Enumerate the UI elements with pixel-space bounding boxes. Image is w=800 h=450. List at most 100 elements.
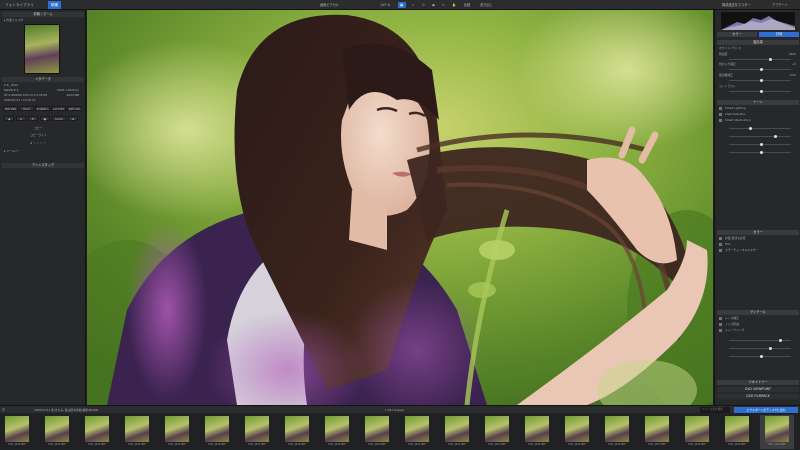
thumbnail[interactable]: DSC_2412.NEF	[40, 415, 74, 449]
copyright-label[interactable]: コピーライト	[30, 133, 47, 137]
vibrance-checkbox[interactable]	[719, 237, 722, 240]
add-icon[interactable]: ⊕	[68, 116, 78, 121]
grid-icon[interactable]: ▦	[398, 2, 406, 8]
crop-icon[interactable]: ⌗	[410, 2, 416, 8]
tint-value[interactable]: +2	[792, 62, 796, 66]
prev-icon[interactable]: ◀	[4, 116, 14, 121]
tone-slider[interactable]	[729, 135, 791, 138]
export-button[interactable]: 書き出し	[478, 2, 495, 8]
eye-icon[interactable]: ◉	[430, 2, 437, 8]
thumbnail[interactable]: DSC_2423.NEF	[480, 415, 514, 449]
tab-detail[interactable]: 詳細	[759, 32, 799, 37]
thumbnail[interactable]: DSC_2424.NEF	[520, 415, 554, 449]
thumbnail-filename: DSC_2413.NEF	[88, 443, 106, 446]
thumbnail[interactable]: DSC_2426.NEF	[600, 415, 634, 449]
exif-focal: 105 mm	[67, 106, 82, 111]
thumbnail[interactable]: DSC_2419.NEF	[320, 415, 354, 449]
thumbnail[interactable]: DSC_2418.NEF	[280, 415, 314, 449]
noise-reduction-checkbox[interactable]	[719, 323, 722, 326]
undo-button[interactable]: Undo	[52, 116, 66, 121]
copy-label[interactable]: コピー	[34, 126, 42, 130]
hand-icon[interactable]: ✋	[450, 2, 458, 8]
zoom-readout[interactable]: 143 %	[378, 2, 392, 8]
detail-slider[interactable]	[729, 347, 791, 350]
temperature-value[interactable]: 5400	[789, 52, 796, 56]
white-balance-row[interactable]: ホワイトバランス	[719, 46, 741, 50]
exposure-value[interactable]: 0.00	[790, 73, 796, 77]
thumbnail-image	[765, 416, 789, 442]
thumbnail-filename: DSC_2412.NEF	[48, 443, 66, 446]
compare-button[interactable]: 比較	[462, 2, 472, 8]
thumbnail-image	[165, 416, 189, 442]
viewpoint-header[interactable]: DXO VIEWPOINT	[717, 387, 799, 392]
thumbnail[interactable]: DSC_2425.NEF	[560, 415, 594, 449]
tone-slider[interactable]	[729, 143, 791, 146]
hsl-checkbox[interactable]	[719, 243, 722, 246]
thumbnail[interactable]: DSC_2422.NEF	[440, 415, 474, 449]
clearview-checkbox[interactable]	[719, 113, 722, 116]
temperature-slider[interactable]	[729, 58, 791, 61]
sharpening-checkbox[interactable]	[719, 329, 722, 332]
thumbnail-filename: DSC_2430.NEF	[768, 443, 786, 446]
smart-lighting-label: Smart Lighting	[725, 106, 746, 110]
detail-slider[interactable]	[729, 355, 791, 358]
thumbnail-filename: DSC_2421.NEF	[408, 443, 426, 446]
channel-mixer-checkbox[interactable]	[719, 249, 722, 252]
thumbnail-selected[interactable]: DSC_2430.NEF	[760, 415, 794, 449]
rating-stars[interactable]: ★ ☆ ☆ ☆ ☆	[30, 141, 46, 145]
smart-lighting-checkbox[interactable]	[719, 107, 722, 110]
thumbnail[interactable]: DSC_2427.NEF	[640, 415, 674, 449]
thumbnail[interactable]: DSC_2428.NEF	[680, 415, 714, 449]
histogram	[721, 12, 795, 30]
tint-slider[interactable]	[729, 68, 791, 71]
lens-correction-checkbox[interactable]	[719, 317, 722, 320]
meta-value: 4024 MB	[66, 93, 79, 97]
thumbnail[interactable]: DSC_2420.NEF	[360, 415, 394, 449]
record-icon[interactable]: ●	[40, 116, 50, 121]
navigator-preview[interactable]	[24, 24, 60, 74]
section-exposure[interactable]: 露出量	[717, 40, 799, 45]
thumbnail[interactable]: DSC_2419.NEF	[0, 415, 34, 449]
working-folder-row[interactable]: ▸ 作業フォルダ	[4, 18, 23, 22]
toolbar-row[interactable]: ▸ ツールバー	[4, 149, 20, 153]
exposure-slider[interactable]	[729, 79, 791, 82]
lens-correction-label: レンズ補正	[725, 316, 739, 320]
tone-slider[interactable]	[729, 151, 791, 154]
thumbnail[interactable]: DSC_2429.NEF	[720, 415, 754, 449]
thumbnail[interactable]: DSC_2421.NEF	[400, 415, 434, 449]
photo-viewer[interactable]	[87, 10, 713, 405]
section-detail[interactable]: ディテール	[717, 310, 799, 315]
thumbnail-image	[325, 416, 349, 442]
exif-ev: +0.3 EV	[51, 106, 66, 111]
meta-key: NIKON Z 6	[4, 88, 19, 92]
thumbnail-image	[565, 416, 589, 442]
tone-slider[interactable]	[729, 127, 791, 130]
master-settings-button[interactable]: 構成設定をマスター	[720, 2, 753, 8]
update-button[interactable]: アプデート	[770, 2, 790, 8]
thumbnail[interactable]: DSC_2417.NEF	[240, 415, 274, 449]
version-a-button[interactable]: A	[16, 116, 26, 121]
section-tone[interactable]: トーン	[717, 100, 799, 105]
keywords-header[interactable]: アシャスタッグ	[2, 163, 84, 168]
rotate-icon[interactable]: ↻	[420, 2, 427, 8]
tab-photo-library[interactable]: フォトライブラリ	[2, 1, 37, 9]
metadata-header[interactable]: メタデータ	[2, 77, 84, 82]
filmpack-header[interactable]: DXO FILMPACK	[717, 394, 799, 399]
section-geometry[interactable]: ジオメトリー	[717, 380, 799, 385]
top-toolbar: フォトライブラリ 現像 画像ピクセル 143 % ▦ ⌗ ↻ ◉ ✎ ✋ 比較 …	[0, 0, 800, 10]
contrast-slider[interactable]	[729, 90, 791, 93]
version-b-button[interactable]: B	[28, 116, 38, 121]
obstruction-checkbox[interactable]	[719, 119, 722, 122]
thumbnail[interactable]: DSC_2413.NEF	[80, 415, 114, 449]
thumbnail[interactable]: DSC_2416.NEF	[200, 415, 234, 449]
thumbnail[interactable]: DSC_2415.NEF	[160, 415, 194, 449]
brush-icon[interactable]: ✎	[440, 2, 447, 8]
nav-panel-header[interactable]: 情報 / ズーム	[2, 12, 84, 17]
tab-customize[interactable]: 現像	[48, 1, 62, 9]
view-mode-dropdown[interactable]: 画像ピクセル	[318, 2, 341, 8]
tab-color[interactable]: カラー	[717, 32, 757, 37]
thumbnail[interactable]: DSC_2414.NEF	[120, 415, 154, 449]
section-color[interactable]: カラー	[717, 230, 799, 235]
channel-mixer-label: カラーチャンネルミキサー	[725, 248, 759, 252]
detail-slider[interactable]	[729, 339, 791, 342]
